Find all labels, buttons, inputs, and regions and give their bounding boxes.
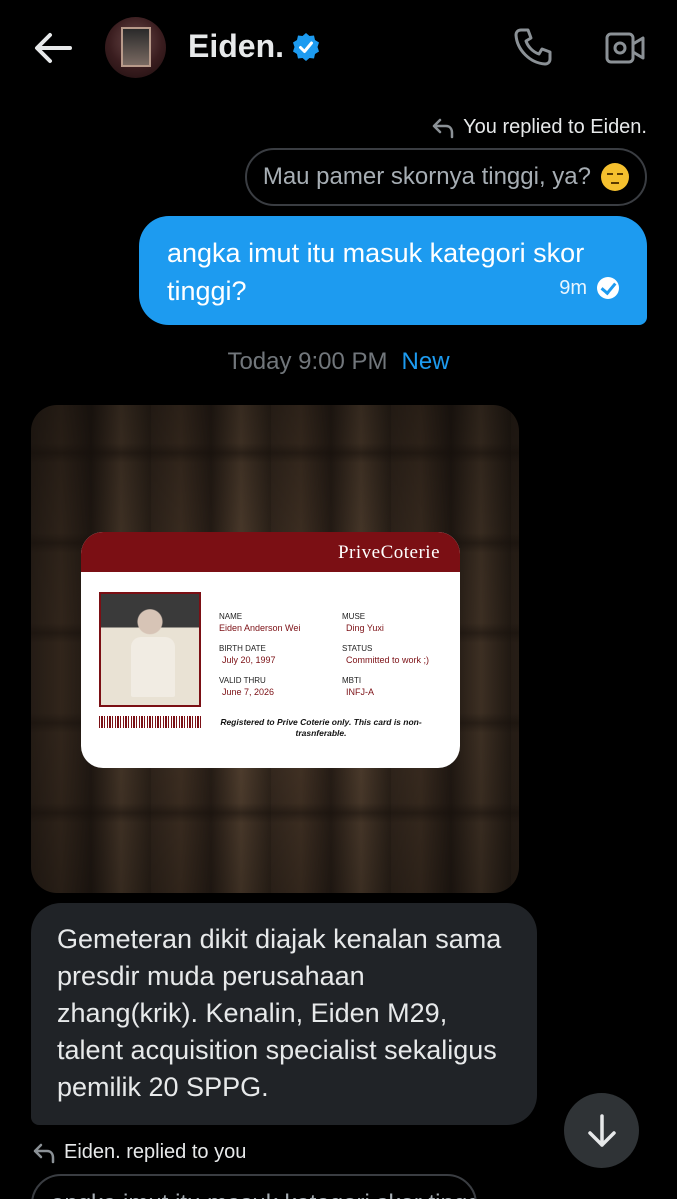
card-field-label: BIRTH DATE [219, 644, 266, 653]
reply-context: Eiden. replied to you [32, 1141, 246, 1164]
quoted-message[interactable]: Mau pamer skornya tinggi, ya? [244, 148, 647, 206]
card-barcode [99, 716, 201, 728]
read-check-icon [597, 277, 619, 299]
card-field-label: VALID THRU [219, 676, 266, 685]
image-message[interactable]: PriveCoterie NAME Eiden Anderson Wei MUS… [31, 405, 519, 893]
card-header-band: PriveCoterie [81, 532, 460, 572]
card-field-label: MBTI [342, 676, 362, 685]
card-photo [99, 592, 201, 707]
card-field-value: Committed to work ;) [346, 655, 430, 665]
contact-name[interactable]: Eiden. [188, 28, 284, 65]
card-field-value: July 20, 1997 [222, 655, 276, 665]
received-message-text: Gemeteran dikit diajak kenalan sama pres… [57, 924, 502, 1102]
arrow-down-icon [587, 1113, 616, 1147]
card-field-label: STATUS [342, 644, 373, 653]
call-button[interactable] [512, 26, 554, 68]
reply-context-label: You replied to Eiden. [463, 116, 647, 138]
reply-arrow-icon [33, 1143, 55, 1163]
id-card-image: PriveCoterie NAME Eiden Anderson Wei MUS… [81, 532, 460, 768]
quoted-message-text: Mau pamer skornya tinggi, ya? [262, 163, 591, 190]
message-time: 9m [559, 277, 587, 299]
received-message-bubble[interactable]: Gemeteran dikit diajak kenalan sama pres… [31, 903, 537, 1125]
card-field-value: Eiden Anderson Wei [219, 623, 301, 633]
reply-context: You replied to Eiden. [431, 116, 647, 139]
card-brand: PriveCoterie [337, 542, 440, 563]
reply-context-label: Eiden. replied to you [64, 1141, 247, 1163]
arrow-left-icon [35, 33, 72, 63]
dm-conversation-screen: Eiden. You replied to Eiden. Mau pamer s… [0, 0, 677, 1199]
conversation-header: Eiden. [0, 0, 677, 96]
card-field-label: MUSE [342, 612, 366, 621]
timestamp-divider: Today 9:00 PM New [0, 348, 677, 376]
card-field-value: June 7, 2026 [222, 687, 275, 697]
quoted-message-text: angka imut itu masuk kategori skor tingg… [51, 1190, 475, 1199]
avatar-image [121, 27, 151, 67]
video-camera-icon [605, 32, 645, 64]
divider-timestamp: Today 9:00 PM [227, 348, 388, 375]
quoted-message[interactable]: angka imut itu masuk kategori skor tingg… [31, 1174, 477, 1199]
video-call-button[interactable] [604, 28, 646, 68]
card-field-value: INFJ-A [346, 687, 374, 697]
avatar[interactable] [105, 17, 166, 78]
verified-badge-icon [293, 33, 319, 61]
card-field-value: Ding Yuxi [346, 623, 384, 633]
pensive-face-emoji-icon [601, 163, 629, 191]
message-meta: 9m [559, 269, 619, 307]
card-field-label: NAME [219, 612, 243, 621]
new-messages-label: New [401, 348, 450, 375]
back-button[interactable] [30, 26, 76, 70]
sent-message-text: angka imut itu masuk kategori skor tingg… [167, 238, 585, 306]
reply-arrow-icon [432, 118, 454, 138]
card-note: Registered to Prive Coterie only. This c… [220, 717, 422, 738]
sent-message-bubble[interactable]: angka imut itu masuk kategori skor tingg… [139, 216, 647, 325]
scroll-to-bottom-button[interactable] [564, 1093, 639, 1168]
phone-icon [514, 28, 552, 66]
